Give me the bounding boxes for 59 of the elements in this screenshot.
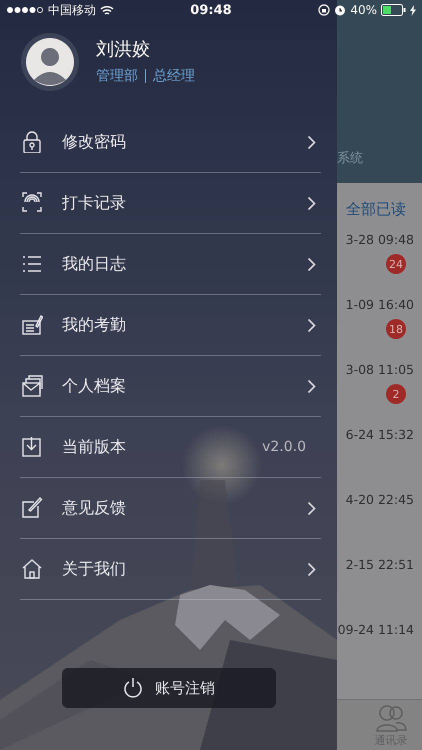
department-label: 管理部	[96, 67, 138, 85]
unread-badge: 24	[386, 254, 406, 274]
chevron-icon	[307, 134, 316, 150]
home-icon	[22, 558, 43, 580]
message-time: 3-28 09:48	[346, 232, 414, 248]
user-name: 刘洪姣	[96, 39, 151, 61]
position-label: 总经理	[153, 67, 195, 85]
avatar	[20, 32, 80, 92]
alarm-icon	[334, 4, 346, 16]
menu-item[interactable]: 关于我们	[20, 539, 321, 600]
chevron-icon	[307, 256, 316, 272]
signal-icon	[6, 6, 44, 14]
chevron-icon	[307, 196, 316, 210]
folder-stack-icon	[22, 375, 43, 397]
chevron-icon	[307, 562, 316, 576]
message-time: 6-24 15:32	[346, 427, 414, 443]
wifi-icon	[100, 4, 114, 16]
menu-item[interactable]: 我的考勤	[20, 295, 321, 356]
message-time: 4-20 22:45	[346, 492, 414, 508]
power-icon	[123, 677, 143, 699]
battery-percent: 40%	[350, 3, 377, 17]
menu-label: 我的考勤	[62, 314, 127, 336]
list-icon	[22, 253, 43, 275]
menu-label: 个人档案	[62, 376, 127, 396]
menu-label: 意见反馈	[62, 498, 127, 518]
message-time: 1-09 16:40	[346, 297, 414, 313]
download-icon	[22, 436, 43, 458]
logout-button[interactable]: 账号注销	[62, 668, 276, 708]
chevron-icon	[307, 500, 316, 516]
clock: 09:48	[190, 2, 232, 18]
edit-icon	[22, 497, 43, 519]
menu-label: 当前版本	[62, 436, 127, 458]
chevron-icon	[307, 378, 316, 394]
form-pen-icon	[22, 314, 43, 336]
rotation-lock-icon	[318, 4, 330, 16]
menu-label: 关于我们	[62, 558, 127, 580]
menu-item[interactable]: 我的日志	[20, 234, 321, 295]
message-time: 09-24 11:14	[338, 622, 414, 638]
chevron-icon	[307, 318, 316, 332]
menu-item[interactable]: 当前版本 v2.0.0	[20, 417, 321, 478]
menu-item[interactable]: 打卡记录	[20, 173, 321, 234]
carrier-label: 中国移动	[48, 2, 96, 18]
menu-item[interactable]: 修改密码	[20, 112, 321, 173]
menu-item[interactable]: 意见反馈	[20, 478, 321, 539]
menu-label: 我的日志	[62, 254, 127, 274]
menu-label: 修改密码	[62, 132, 127, 152]
unread-badge: 2	[386, 384, 406, 404]
message-time: 3-08 11:05	[346, 362, 414, 378]
menu-label: 打卡记录	[62, 192, 127, 214]
message-time: 2-15 22:51	[346, 557, 414, 573]
fingerprint-scan-icon	[22, 192, 43, 214]
charging-icon	[410, 4, 416, 16]
unread-badge: 18	[386, 319, 406, 339]
battery-icon	[380, 4, 406, 16]
version-label: v2.0.0	[262, 439, 306, 455]
header-title: 系统	[337, 150, 363, 167]
lock-icon	[22, 131, 43, 153]
menu-item[interactable]: 个人档案	[20, 356, 321, 417]
contacts-icon	[375, 704, 407, 732]
